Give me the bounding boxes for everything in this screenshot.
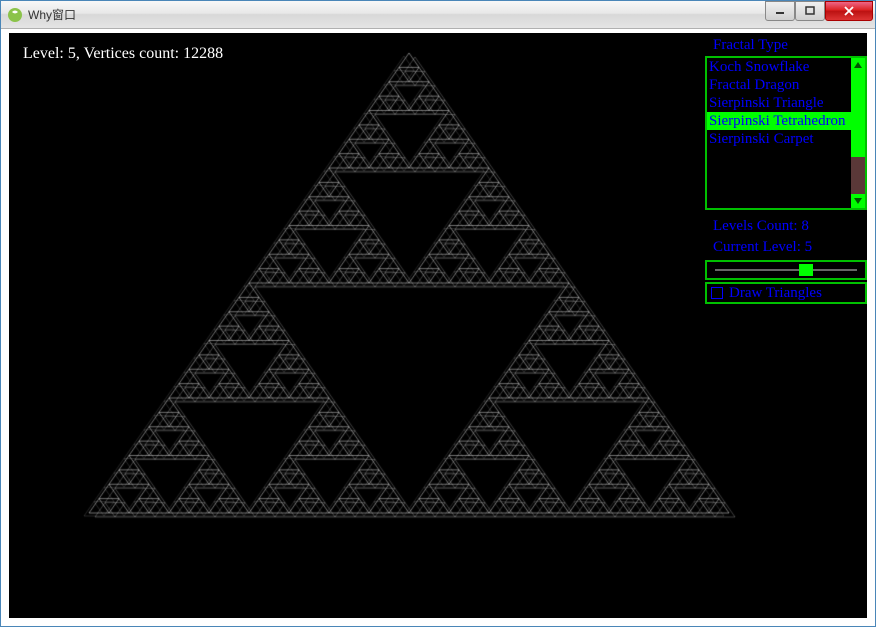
window-title: Why窗口 bbox=[28, 6, 875, 23]
client-area: Level: 5, Vertices count: 12288 Fractal … bbox=[9, 33, 867, 618]
current-level-label: Current Level: 5 bbox=[705, 237, 867, 258]
fractal-type-label: Fractal Type bbox=[705, 35, 867, 56]
titlebar[interactable]: Why窗口 bbox=[1, 1, 875, 29]
list-item[interactable]: Sierpinski Triangle bbox=[707, 94, 851, 112]
app-window: Why窗口 Level: 5, Vertices count: 12288 Fr… bbox=[0, 0, 876, 627]
draw-triangles-label: Draw Triangles bbox=[729, 285, 822, 302]
scroll-up-button[interactable] bbox=[851, 58, 865, 72]
scroll-thumb[interactable] bbox=[851, 72, 865, 157]
list-item[interactable]: Sierpinski Carpet bbox=[707, 130, 851, 148]
status-text: Level: 5, Vertices count: 12288 bbox=[23, 45, 223, 63]
window-controls bbox=[765, 1, 873, 21]
slider-thumb[interactable] bbox=[799, 264, 813, 276]
scroll-track[interactable] bbox=[851, 72, 865, 194]
draw-triangles-checkbox[interactable] bbox=[711, 287, 723, 299]
fractal-type-listbox[interactable]: Koch SnowflakeFractal DragonSierpinski T… bbox=[705, 56, 867, 210]
draw-triangles-row[interactable]: Draw Triangles bbox=[705, 282, 867, 304]
close-button[interactable] bbox=[825, 1, 873, 21]
levels-count-label: Levels Count: 8 bbox=[705, 216, 867, 237]
listbox-scrollbar[interactable] bbox=[851, 58, 865, 208]
maximize-button[interactable] bbox=[795, 1, 825, 21]
minimize-button[interactable] bbox=[765, 1, 795, 21]
scroll-down-button[interactable] bbox=[851, 194, 865, 208]
list-item[interactable]: Fractal Dragon bbox=[707, 76, 851, 94]
list-item[interactable]: Sierpinski Tetrahedron bbox=[707, 112, 851, 130]
app-icon bbox=[7, 7, 23, 23]
list-item[interactable]: Koch Snowflake bbox=[707, 58, 851, 76]
slider-track bbox=[715, 269, 857, 271]
level-slider[interactable] bbox=[705, 260, 867, 280]
control-panel: Fractal Type Koch SnowflakeFractal Drago… bbox=[705, 35, 867, 304]
